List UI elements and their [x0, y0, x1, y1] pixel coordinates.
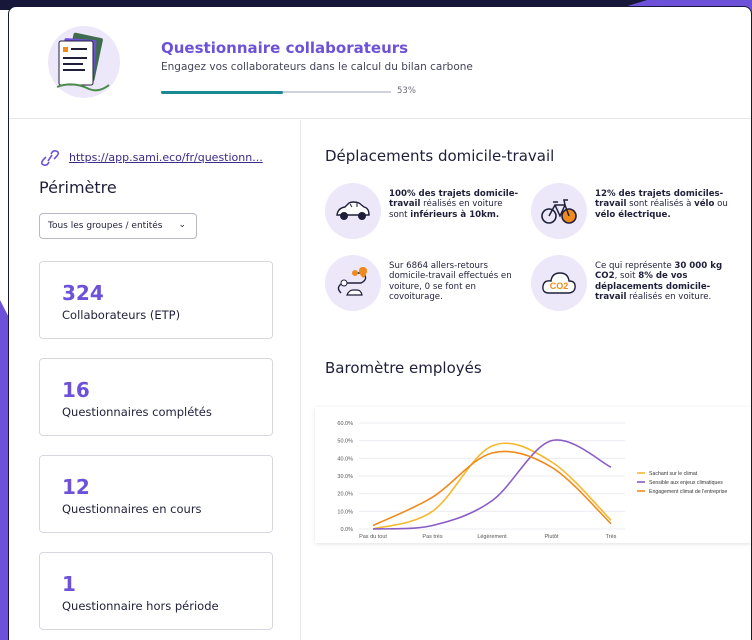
perimeter-select[interactable]: Tous les groupes / entités ⌄	[39, 213, 197, 239]
x-tick-label: Légèrement	[477, 534, 507, 540]
y-tick-label: 10.0%	[337, 509, 353, 515]
legend-entry: Sachant sur le climat	[649, 471, 698, 477]
barometer-chart-panel: 0.0% 10.0% 20.0% 30.0% 40.0% 50.0% 60.0% Pas du…	[315, 407, 751, 543]
stat-value: 1	[62, 572, 76, 596]
commute-title: Déplacements domicile-travail	[325, 147, 555, 165]
stat-card-in-progress: 12 Questionnaires en cours	[39, 455, 273, 533]
svg-text:CO2: CO2	[550, 281, 569, 291]
y-tick-label: 30.0%	[337, 474, 353, 480]
fact-carpool: Sur 6864 allers-retours domicile-travail…	[325, 255, 525, 311]
stat-card-completed: 16 Questionnaires complétés	[39, 358, 273, 436]
questionnaire-card: Questionnaire collaborateurs Engagez vos…	[8, 6, 752, 640]
series-line	[372, 450, 612, 527]
y-tick-label: 40.0%	[337, 456, 353, 462]
y-tick-label: 20.0%	[337, 492, 353, 498]
car-icon	[336, 201, 370, 220]
page-title: Questionnaire collaborateurs	[161, 39, 409, 57]
stat-card-out-of-period: 1 Questionnaire hors période	[39, 552, 273, 630]
stat-label: Questionnaires en cours	[62, 502, 202, 516]
stat-label: Questionnaire hors période	[62, 599, 219, 613]
stat-value: 324	[62, 281, 104, 305]
legend-entry: Sensible aux enjeux climatiques	[649, 480, 723, 486]
stat-card-employees: 324 Collaborateurs (ETP)	[39, 261, 273, 339]
fact-co2: CO2 Ce qui représente 30 000 kg CO2, soi…	[531, 255, 731, 311]
route-icon	[337, 267, 367, 296]
fact-text: 100% des trajets domicile-travail réalis…	[389, 189, 519, 220]
y-tick-label: 50.0%	[337, 439, 353, 445]
x-tick-label: Plutôt	[544, 534, 559, 540]
y-tick-label: 0.0%	[340, 527, 353, 533]
stat-label: Collaborateurs (ETP)	[62, 308, 181, 322]
x-tick-label: Pas du tout	[359, 534, 387, 540]
progress-fill	[161, 90, 283, 94]
fact-text: Ce qui représente 30 000 kg CO2, soit 8%…	[595, 261, 723, 303]
questionnaire-link[interactable]: https://app.sami.eco/fr/questionn...	[69, 151, 279, 164]
fact-text: Sur 6864 allers-retours domicile-travail…	[389, 261, 512, 303]
left-panel: https://app.sami.eco/fr/questionn... Pér…	[9, 120, 301, 640]
fact-text: 12% des trajets domiciles-travail sont r…	[595, 189, 728, 220]
barometer-title: Baromètre employés	[325, 359, 482, 377]
progress-bar	[161, 90, 391, 94]
chevron-down-icon: ⌄	[178, 220, 186, 230]
link-icon	[40, 150, 60, 166]
stat-value: 16	[62, 378, 90, 402]
perimeter-select-value: Tous les groupes / entités	[48, 221, 163, 231]
questionnaire-illustration-icon	[48, 26, 120, 98]
y-tick-label: 60.0%	[337, 421, 353, 427]
bicycle-icon	[541, 199, 577, 224]
perimeter-title: Périmètre	[39, 178, 117, 197]
x-tick-label: Très	[606, 534, 617, 540]
legend-entry: Engagement climat de l'entreprise	[649, 489, 727, 495]
stat-value: 12	[62, 475, 90, 499]
page-subtitle: Engagez vos collaborateurs dans le calcu…	[161, 61, 473, 73]
progress-percent: 53%	[397, 86, 416, 96]
card-header: Questionnaire collaborateurs Engagez vos…	[9, 7, 751, 119]
x-tick-label: Pas très	[422, 534, 442, 540]
fact-car: 100% des trajets domicile-travail réalis…	[325, 183, 525, 239]
stat-label: Questionnaires complétés	[62, 405, 212, 419]
co2-cloud-icon: CO2	[542, 272, 576, 294]
barometer-chart: 0.0% 10.0% 20.0% 30.0% 40.0% 50.0% 60.0% Pas du…	[337, 421, 727, 540]
fact-bicycle: 12% des trajets domiciles-travail sont r…	[531, 183, 731, 239]
